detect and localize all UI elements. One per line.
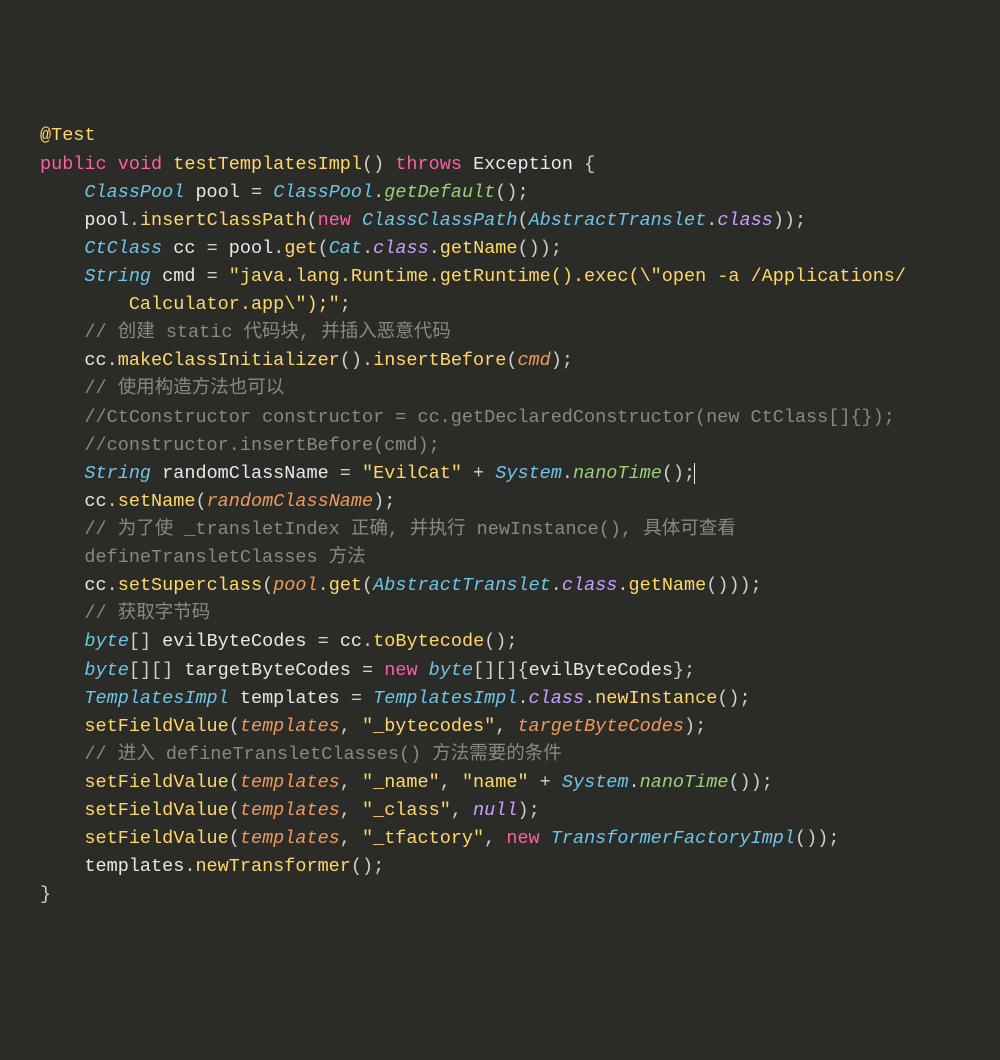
fn: setFieldValue <box>84 772 228 793</box>
type: ClassPool <box>273 182 373 203</box>
class: System <box>562 772 629 793</box>
method: newInstance <box>595 688 717 709</box>
method: getName <box>440 238 518 259</box>
type: CtClass <box>84 238 162 259</box>
comment: // 使用构造方法也可以 <box>84 378 284 399</box>
field: class <box>717 210 773 231</box>
kw-throws: throws <box>395 154 462 175</box>
kw-public: public <box>40 154 107 175</box>
method: newTransformer <box>195 856 350 877</box>
type: AbstractTranslet <box>529 210 707 231</box>
class: System <box>495 463 562 484</box>
comment: defineTransletClasses 方法 <box>84 547 365 568</box>
method-name: testTemplatesImpl <box>173 154 362 175</box>
field: class <box>373 238 429 259</box>
comment: //CtConstructor constructor = cc.getDecl… <box>84 407 894 428</box>
comment: // 创建 static 代码块, 并插入恶意代码 <box>84 322 450 343</box>
var: cc <box>173 238 195 259</box>
fn: setFieldValue <box>84 716 228 737</box>
arg: targetByteCodes <box>517 716 684 737</box>
type: TemplatesImpl <box>84 688 228 709</box>
method: getDefault <box>384 182 495 203</box>
method: insertClassPath <box>140 210 307 231</box>
var: cc <box>84 491 106 512</box>
var: templates <box>84 856 184 877</box>
kw-void: void <box>118 154 162 175</box>
arg: pool <box>273 575 317 596</box>
type: TemplatesImpl <box>373 688 517 709</box>
arg: templates <box>240 716 340 737</box>
comment: //constructor.insertBefore(cmd); <box>84 435 439 456</box>
method: insertBefore <box>373 350 506 371</box>
ctor: ClassClassPath <box>362 210 517 231</box>
arg: cmd <box>517 350 550 371</box>
method: nanoTime <box>573 463 662 484</box>
arg: templates <box>240 800 340 821</box>
kw-new: new <box>506 828 539 849</box>
code-block: @Test public void testTemplatesImpl() th… <box>40 122 1000 909</box>
kw-new: new <box>318 210 351 231</box>
comment: // 进入 defineTransletClasses() 方法需要的条件 <box>84 744 561 765</box>
type: byte <box>84 660 128 681</box>
var: randomClassName <box>162 463 329 484</box>
fn: setFieldValue <box>84 828 228 849</box>
var: templates <box>240 688 340 709</box>
method: getName <box>629 575 707 596</box>
string: Calculator.app\");" <box>129 294 340 315</box>
method: get <box>284 238 317 259</box>
method: toBytecode <box>373 631 484 652</box>
fn: setFieldValue <box>84 800 228 821</box>
comment: // 为了使 _transletIndex 正确, 并执行 newInstanc… <box>84 519 735 540</box>
ctor: TransformerFactoryImpl <box>551 828 795 849</box>
text-cursor <box>694 463 695 483</box>
null: null <box>473 800 517 821</box>
method: setSuperclass <box>118 575 262 596</box>
field: class <box>562 575 618 596</box>
var: cmd <box>162 266 195 287</box>
string: "name" <box>462 772 529 793</box>
var: targetByteCodes <box>184 660 351 681</box>
method: nanoTime <box>640 772 729 793</box>
var: pool <box>195 182 239 203</box>
type: String <box>84 463 151 484</box>
string: "_bytecodes" <box>362 716 495 737</box>
var: cc <box>84 350 106 371</box>
type: byte <box>429 660 473 681</box>
exc-type: Exception <box>473 154 573 175</box>
type: byte <box>84 631 128 652</box>
arg: templates <box>240 828 340 849</box>
string: "_class" <box>362 800 451 821</box>
var: evilByteCodes <box>162 631 306 652</box>
var: pool <box>84 210 128 231</box>
string: "java.lang.Runtime.getRuntime().exec(\"o… <box>229 266 906 287</box>
string: "_tfactory" <box>362 828 484 849</box>
arg: templates <box>240 772 340 793</box>
method: get <box>329 575 362 596</box>
comment: // 获取字节码 <box>84 603 210 624</box>
string: "_name" <box>362 772 440 793</box>
string: "EvilCat" <box>362 463 462 484</box>
arg: randomClassName <box>207 491 374 512</box>
type: String <box>84 266 151 287</box>
field: class <box>529 688 585 709</box>
method: makeClassInitializer <box>118 350 340 371</box>
var: cc <box>340 631 362 652</box>
kw-new: new <box>384 660 417 681</box>
var: evilByteCodes <box>529 660 673 681</box>
annotation: @Test <box>40 125 96 146</box>
var: cc <box>84 575 106 596</box>
type: AbstractTranslet <box>373 575 551 596</box>
method: setName <box>118 491 196 512</box>
type: ClassPool <box>84 182 184 203</box>
type: Cat <box>329 238 362 259</box>
var: pool <box>229 238 273 259</box>
